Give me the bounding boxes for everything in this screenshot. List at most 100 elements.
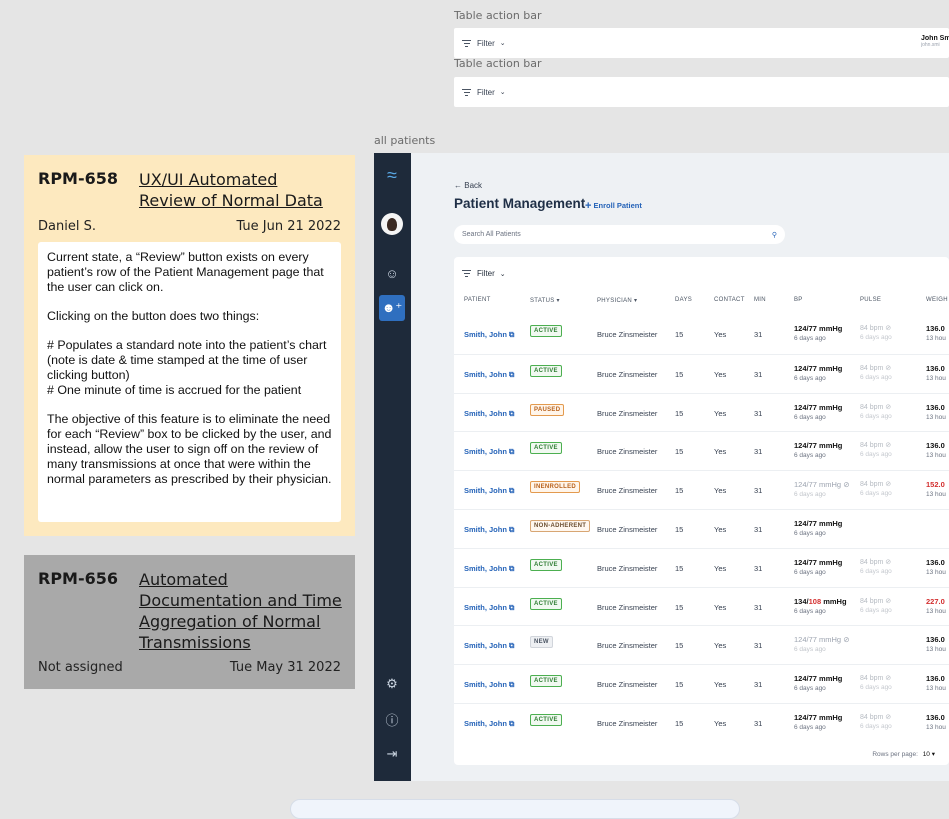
patient-link[interactable]: Smith, John ⧉	[464, 603, 514, 613]
desc-paragraph: Clicking on the button does two things:	[47, 309, 260, 323]
table-row[interactable]: Smith, John ⧉ NON-ADHERENT Bruce Zinsmeist…	[454, 509, 949, 548]
bp-value: 124/77 mmHg	[794, 713, 843, 722]
filter-icon[interactable]	[462, 87, 471, 98]
ticket-assignee: Daniel S.	[38, 219, 96, 234]
table-row[interactable]: Smith, John ⧉ ACTIVE Bruce Zinsmeister 15 Ye…	[454, 586, 949, 626]
search-input[interactable]: Search All Patients ⚲	[454, 225, 785, 244]
bp-value: 124/77 mmHg ⊘	[794, 635, 850, 645]
col-min[interactable]: MIN	[754, 297, 766, 303]
col-bp[interactable]: BP	[794, 297, 803, 303]
bp-when: 6 days ago	[794, 646, 826, 654]
weight-cell: 136.0 13 hou	[926, 558, 946, 577]
patient-link[interactable]: Smith, John ⧉	[464, 330, 514, 340]
add-patient-icon[interactable]: ☻⁺	[379, 295, 405, 321]
col-patient[interactable]: PATIENT	[464, 297, 491, 303]
col-physician[interactable]: PHYSICIAN ▾	[597, 297, 637, 304]
rows-per-page-label: Rows per page:	[872, 751, 918, 758]
ticket-card[interactable]: RPM-658 UX/UI Automated Review of Normal…	[24, 155, 355, 536]
table-row[interactable]: Smith, John ⧉ ACTIVE Bruce Zinsmeister 15 Ye…	[454, 353, 949, 393]
patient-link[interactable]: Smith, John ⧉	[464, 525, 514, 535]
user-chip[interactable]: John Sm john.smi	[921, 35, 949, 48]
col-status[interactable]: STATUS ▾	[530, 297, 560, 304]
desc-paragraph: # One minute of time is accrued for the …	[47, 383, 302, 397]
settings-icon[interactable]: ⚙	[379, 671, 405, 697]
filter-button[interactable]: Filter	[477, 269, 495, 278]
patient-link[interactable]: Smith, John ⧉	[464, 641, 514, 651]
table-row[interactable]: Smith, John ⧉ PAUSED Bruce Zinsmeister 15 Ye…	[454, 392, 949, 432]
table-row[interactable]: Smith, John ⧉ ACTIVE Bruce Zinsmeister 15 Ye…	[454, 431, 949, 470]
bp-value: 124/77 mmHg	[794, 402, 843, 412]
col-days[interactable]: DAYS	[675, 297, 692, 303]
weight-when: 13 hou	[926, 413, 946, 421]
contact-value: Yes	[714, 525, 727, 534]
patient-link[interactable]: Smith, John ⧉	[464, 447, 514, 457]
pulse-cell: 84 bpm ⊘ 6 days ago	[860, 403, 892, 421]
bp-when: 6 days ago	[794, 413, 826, 421]
patient-link[interactable]: Smith, John ⧉	[464, 409, 514, 419]
ticket-title[interactable]: Automated Documentation and Time Aggrega…	[139, 569, 344, 653]
filter-icon[interactable]	[462, 268, 471, 279]
chevron-down-icon[interactable]: ⌄	[500, 39, 506, 47]
chevron-down-icon[interactable]: ⌄	[500, 270, 506, 278]
back-link[interactable]: ← Back	[454, 181, 482, 190]
col-contact[interactable]: CONTACT	[714, 297, 745, 303]
col-pulse[interactable]: PULSE	[860, 297, 881, 303]
pulse-when: 6 days ago	[860, 606, 892, 614]
contact-value: Yes	[714, 602, 727, 612]
col-weight[interactable]: WEIGH	[926, 297, 948, 303]
patient-link[interactable]: Smith, John ⧉	[464, 370, 514, 380]
desc-paragraph: # Populates a standard note into the pat…	[47, 338, 327, 382]
contact-value: Yes	[714, 369, 727, 379]
days-value: 15	[675, 330, 684, 339]
filter-icon[interactable]	[462, 38, 471, 49]
table-row[interactable]: Smith, John ⧉ NEW Bruce Zinsmeister 15 Yes 31…	[454, 625, 949, 664]
weight-cell: 136.0 13 hou	[926, 324, 946, 343]
status-badge: ACTIVE	[530, 714, 562, 726]
table-row[interactable]: Smith, John ⧉ ACTIVE Bruce Zinsmeister 15 Ye…	[454, 703, 949, 742]
min-value: 31	[754, 641, 763, 651]
ticket-title[interactable]: UX/UI Automated Review of Normal Data	[139, 169, 339, 211]
enroll-patient-button[interactable]: + Enroll Patient	[585, 200, 642, 212]
min-value: 31	[754, 563, 763, 573]
weight-value: 136.0	[926, 674, 945, 684]
avatar[interactable]	[379, 211, 405, 237]
patient-link[interactable]: Smith, John ⧉	[464, 680, 514, 690]
table-row[interactable]: Smith, John ⧉ ACTIVE Bruce Zinsmeister 15 Ye…	[454, 547, 949, 587]
logout-icon[interactable]: ⇥	[379, 741, 405, 767]
bp-when: 6 days ago	[794, 724, 826, 731]
ticket-description: Current state, a “Review” button exists …	[38, 242, 341, 522]
table-row[interactable]: Smith, John ⧉ ACTIVE Bruce Zinsmeister 15 Ye…	[454, 315, 949, 354]
bp-when: 6 days ago	[794, 452, 826, 460]
page-title: Patient Management	[454, 196, 586, 211]
ticket-card[interactable]: RPM-656 Automated Documentation and Time…	[24, 555, 355, 689]
rows-per-page-select[interactable]: 10 ▾	[923, 751, 935, 758]
help-icon[interactable]: ⓘ	[379, 706, 405, 732]
pulse-cell: 84 bpm ⊘ 6 days ago	[860, 597, 892, 615]
contact-value: Yes	[714, 680, 727, 690]
filter-button[interactable]: Filter	[477, 39, 495, 48]
days-value: 15	[675, 680, 684, 690]
bp-when: 6 days ago	[794, 685, 826, 693]
patients-icon[interactable]: ☺	[379, 260, 405, 286]
bp-cell: 134/108 mmHg 6 days ago	[794, 597, 847, 616]
patient-link[interactable]: Smith, John ⧉	[464, 486, 514, 496]
pulse-cell: 84 bpm ⊘ 6 days ago	[860, 441, 892, 459]
patient-link[interactable]: Smith, John ⧉	[464, 719, 514, 729]
physician-name: Bruce Zinsmeister	[597, 563, 658, 573]
ticket-date: Tue May 31 2022	[229, 660, 341, 675]
weight-cell: 136.0 13 hou	[926, 635, 946, 654]
table-row[interactable]: Smith, John ⧉ INENROLLED Bruce Zinsmeister…	[454, 470, 949, 509]
bp-when: 6 days ago	[794, 607, 826, 615]
pulse-cell: 84 bpm ⊘ 6 days ago	[860, 674, 892, 692]
logo-icon[interactable]: ≈	[379, 162, 405, 188]
bp-cell: 124/77 mmHg 6 days ago	[794, 403, 842, 422]
chevron-down-icon[interactable]: ⌄	[500, 88, 506, 96]
pulse-cell: 84 bpm ⊘ 6 days ago	[860, 364, 892, 382]
table-row[interactable]: Smith, John ⧉ ACTIVE Bruce Zinsmeister 15 Ye…	[454, 664, 949, 703]
weight-when: 13 hou	[926, 607, 946, 615]
filter-button[interactable]: Filter	[477, 88, 495, 97]
pulse-value: 84 bpm ⊘	[860, 442, 892, 450]
search-icon[interactable]: ⚲	[772, 231, 777, 239]
weight-cell: 136.0 13 hou	[926, 403, 946, 422]
patient-link[interactable]: Smith, John ⧉	[464, 564, 514, 574]
